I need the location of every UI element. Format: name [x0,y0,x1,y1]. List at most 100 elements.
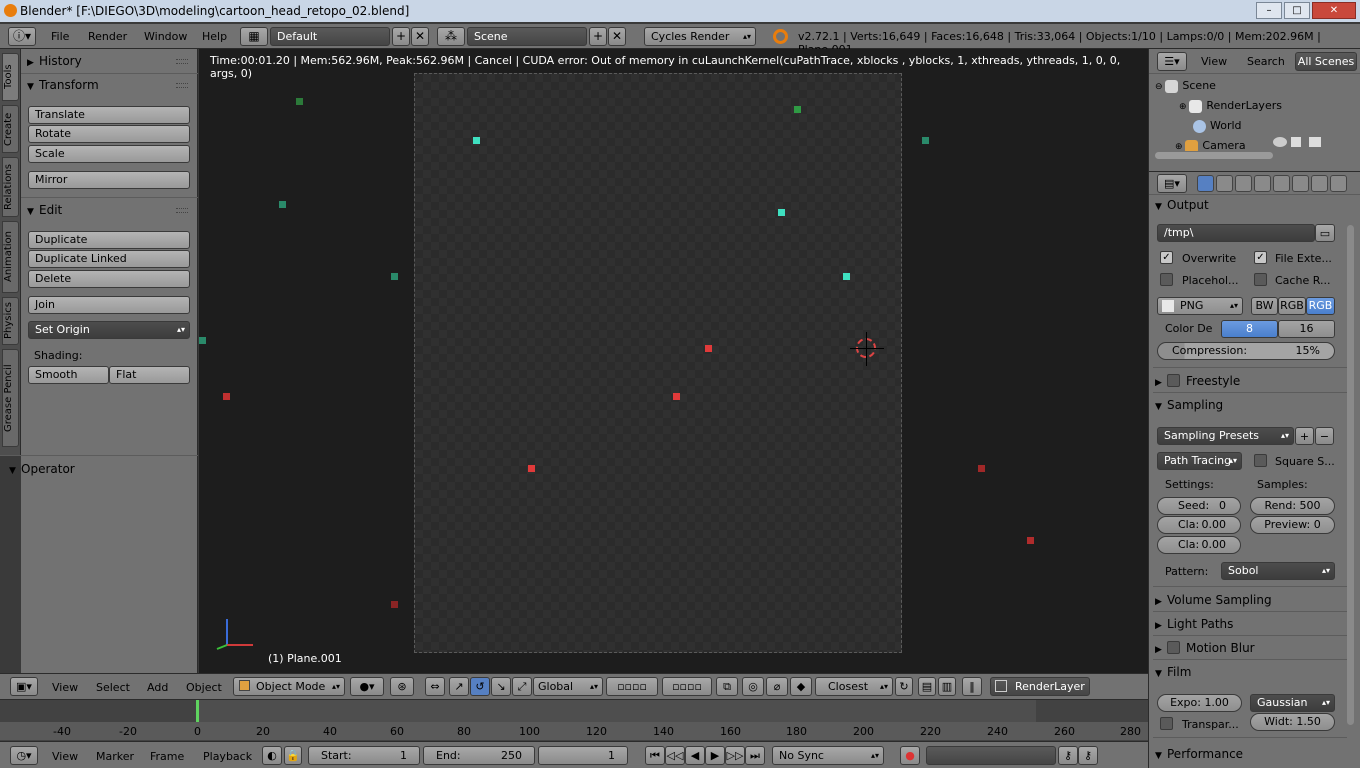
playhead[interactable] [196,700,199,722]
render-animation-icon[interactable]: ▥ [938,677,956,696]
3d-cursor-icon[interactable] [850,332,884,366]
color-rgb-button[interactable]: RGB [1278,297,1306,315]
scale-button[interactable]: Scale [28,145,190,163]
orientation-select[interactable]: Global ▴▾ [533,677,603,696]
sampling-presets-select[interactable]: Sampling Presets ▴▾ [1157,427,1294,445]
exposure-field[interactable]: Expo: 1.00 [1157,694,1242,712]
scale-manipulator-icon[interactable]: ↘ [491,677,511,696]
constraints-tab-icon[interactable] [1292,175,1309,192]
screen-layout-icon[interactable]: ▦ [240,27,268,46]
color-depth-8-button[interactable]: 8 [1221,320,1278,338]
layers-grid-icon[interactable]: ▫▫▫▫ [606,677,658,696]
render-tab-icon[interactable] [1197,175,1214,192]
timeline-menu-frame[interactable]: Frame [150,750,184,763]
proportional-edit-icon[interactable]: ◎ [742,677,764,696]
file-extensions-checkbox[interactable]: ✓ [1254,251,1267,264]
outliner-tree[interactable]: ⊖ Scene ⊕ RenderLayers World ⊕ Camera [1149,74,1360,159]
insert-keyframe-icon[interactable]: ⚷ [1058,746,1078,765]
file-format-select[interactable]: PNG ▴▾ [1157,297,1243,315]
film-panel-header[interactable]: ▼ Film [1155,662,1349,682]
manipulator-extra-icon[interactable]: ⤢ [512,677,532,696]
maximize-button[interactable]: □ [1284,2,1310,19]
motion-blur-panel-header[interactable]: ▶ Motion Blur [1155,638,1349,658]
close-button[interactable]: ✕ [1312,2,1356,19]
freestyle-checkbox[interactable] [1167,374,1180,387]
outliner-item-camera[interactable]: ⊕ Camera [1175,137,1246,151]
outliner-item-renderlayers[interactable]: ⊕ RenderLayers [1179,97,1282,116]
delete-button[interactable]: Delete [28,270,190,288]
remove-scene-icon[interactable]: ✕ [608,27,626,46]
3d-viewport[interactable]: Time:00:01.20 | Mem:562.96M, Peak:562.96… [199,49,1148,673]
mirror-button[interactable]: Mirror [28,171,190,189]
render-layers-tab-icon[interactable] [1216,175,1233,192]
data-tab-icon[interactable] [1330,175,1347,192]
viewport-menu-add[interactable]: Add [147,681,168,694]
mode-select[interactable]: Object Mode ▴▾ [233,677,345,696]
pause-icon[interactable]: ‖ [962,677,982,696]
menu-help[interactable]: Help [202,30,227,43]
properties-scrollbar[interactable] [1347,225,1354,725]
lock-layers-icon[interactable]: ⧉ [716,677,738,696]
transparent-checkbox[interactable] [1160,717,1173,730]
flat-button[interactable]: Flat [109,366,190,384]
render-image-icon[interactable]: ▤ [918,677,936,696]
clamp-indirect-field[interactable]: Cla: 0.00 [1157,536,1241,554]
delete-keyframe-icon[interactable]: ⚷ [1078,746,1098,765]
editor-type-3d-icon[interactable]: ▣▾ [10,677,38,696]
light-paths-panel-header[interactable]: ▶ Light Paths [1155,614,1349,634]
grip-icon[interactable] [176,208,188,213]
properties-panel[interactable]: ▼ Output /tmp\ ▭ ✓ Overwrite ✓ File Exte.… [1149,195,1360,768]
pixel-filter-select[interactable]: Gaussian ▴▾ [1250,694,1335,712]
sampling-panel-header[interactable]: ▼ Sampling [1155,395,1349,415]
preview-samples-field[interactable]: Preview: 0 [1250,516,1335,534]
tab-grease-pencil[interactable]: Grease Pencil [2,349,19,447]
seed-field[interactable]: Seed: 0 [1157,497,1241,515]
viewport-menu-select[interactable]: Select [96,681,130,694]
join-button[interactable]: Join [28,296,190,314]
translate-button[interactable]: Translate [28,106,190,124]
editor-type-properties-icon[interactable]: ▤▾ [1157,174,1187,193]
scene-icon[interactable]: ⁂ [437,27,465,46]
record-icon[interactable]: ● [900,746,920,765]
volume-sampling-panel-header[interactable]: ▶ Volume Sampling [1155,590,1349,610]
display-mode-select[interactable]: All Scenes [1295,52,1357,71]
end-frame-field[interactable]: End: 250 [423,746,535,765]
jump-start-icon[interactable]: ⏮ [645,746,665,765]
modifiers-tab-icon[interactable] [1311,175,1328,192]
timeline-menu-marker[interactable]: Marker [96,750,134,763]
folder-icon[interactable]: ▭ [1315,224,1335,242]
filter-width-field[interactable]: Widt: 1.50 [1250,713,1335,731]
align-rotation-icon[interactable]: ↻ [895,677,913,696]
color-rgba-button[interactable]: RGB [1306,297,1335,315]
timeline-menu-view[interactable]: View [52,750,78,763]
play-icon[interactable]: ▶ [705,746,725,765]
minimize-button[interactable]: – [1256,2,1282,19]
menu-render[interactable]: Render [88,30,127,43]
set-origin-dropdown[interactable]: Set Origin ▴▾ [28,321,190,339]
grip-icon[interactable] [176,59,188,64]
transform-panel-header[interactable]: ▼ Transform [27,75,192,95]
translate-manipulator-icon[interactable]: ↗ [449,677,469,696]
freestyle-panel-header[interactable]: ▶ Freestyle [1155,371,1349,391]
tab-relations[interactable]: Relations [2,157,19,217]
history-panel-header[interactable]: ▶ History [27,51,192,71]
edit-panel-header[interactable]: ▼ Edit [27,200,192,220]
editor-type-outliner-icon[interactable]: ☰▾ [1157,52,1187,71]
editor-type-info-icon[interactable]: ⓘ▾ [8,27,36,46]
add-preset-icon[interactable]: + [1295,427,1314,445]
cursor-select-icon[interactable] [1291,137,1301,147]
motion-blur-checkbox[interactable] [1167,641,1180,654]
render-layer-field[interactable]: RenderLayer [990,677,1090,696]
outliner-scrollbar[interactable] [1155,152,1273,159]
compression-slider[interactable]: Compression: 15% [1157,342,1335,360]
remove-preset-icon[interactable]: − [1315,427,1334,445]
outliner-item-scene[interactable]: ⊖ Scene [1155,77,1216,96]
tab-tools[interactable]: Tools [2,53,19,101]
start-frame-field[interactable]: Start: 1 [308,746,420,765]
grip-icon[interactable] [176,83,188,88]
manipulator-toggle-icon[interactable]: ⇔ [425,677,445,696]
tab-physics[interactable]: Physics [2,297,19,345]
layers-grid-icon[interactable]: ▫▫▫▫ [662,677,712,696]
output-panel-header[interactable]: ▼ Output [1155,195,1349,215]
timeline-menu-playback[interactable]: Playback [203,750,252,763]
